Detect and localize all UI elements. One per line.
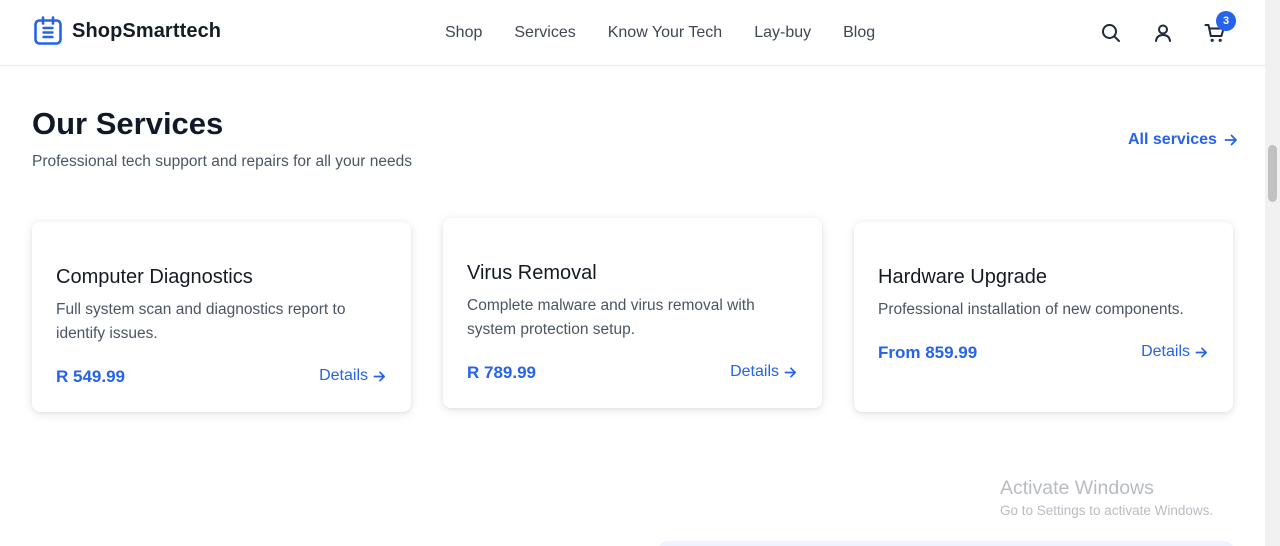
vertical-scrollbar[interactable] (1265, 0, 1280, 546)
service-card-computer-diagnostics: Computer Diagnostics Full system scan an… (32, 222, 411, 412)
section-title: Our Services (32, 106, 224, 141)
service-card-price: R 549.99 (56, 367, 125, 386)
arrow-right-icon (1195, 346, 1207, 358)
details-label: Details (319, 367, 368, 384)
arrow-right-icon (1224, 134, 1237, 146)
details-label: Details (1141, 343, 1190, 360)
page: ShopSmarttech Shop Services Know Your Te… (0, 0, 1265, 546)
activate-windows-title: Activate Windows (1000, 477, 1154, 499)
service-card-description: Full system scan and diagnostics report … (56, 301, 346, 342)
service-card-details-link[interactable]: Details (319, 367, 386, 385)
service-card-description: Professional installation of new compone… (878, 301, 1184, 318)
service-card-price: From 859.99 (878, 343, 978, 362)
next-section-panel (658, 541, 1234, 546)
section-subtitle: Professional tech support and repairs fo… (32, 153, 412, 170)
site-header: ShopSmarttech Shop Services Know Your Te… (0, 0, 1265, 66)
nav-link-lay-buy[interactable]: Lay-buy (754, 24, 811, 42)
calendar-logo-icon (34, 16, 62, 45)
service-card-title: Virus Removal (467, 262, 597, 284)
service-card-price: R 789.99 (467, 363, 536, 382)
scrollbar-thumb[interactable] (1268, 145, 1277, 202)
service-card-title: Hardware Upgrade (878, 266, 1047, 288)
cart-count-badge: 3 (1216, 11, 1236, 31)
nav-link-services[interactable]: Services (514, 24, 575, 42)
search-icon[interactable] (1100, 22, 1122, 44)
service-card-details-link[interactable]: Details (1141, 343, 1208, 361)
nav-link-blog[interactable]: Blog (843, 24, 875, 42)
all-services-label: All services (1128, 131, 1217, 148)
details-label: Details (730, 363, 779, 380)
brand-name: ShopSmarttech (72, 19, 222, 42)
activate-windows-subtitle: Go to Settings to activate Windows. (1000, 503, 1214, 518)
arrow-right-icon (373, 370, 385, 382)
nav-link-know-your-tech[interactable]: Know Your Tech (608, 24, 722, 42)
service-card-title: Computer Diagnostics (56, 266, 253, 288)
arrow-right-icon (784, 366, 796, 378)
main-nav: Shop Services Know Your Tech Lay-buy Blo… (445, 0, 875, 65)
service-card-hardware-upgrade: Hardware Upgrade Professional installati… (854, 222, 1233, 412)
service-card-virus-removal: Virus Removal Complete malware and virus… (443, 218, 822, 408)
nav-link-shop[interactable]: Shop (445, 24, 482, 42)
service-card-details-link[interactable]: Details (730, 363, 797, 381)
user-icon[interactable] (1152, 22, 1174, 44)
all-services-link[interactable]: All services (1128, 131, 1238, 149)
service-card-description: Complete malware and virus removal with … (467, 297, 755, 338)
brand-logo-link[interactable]: ShopSmarttech (33, 16, 221, 46)
